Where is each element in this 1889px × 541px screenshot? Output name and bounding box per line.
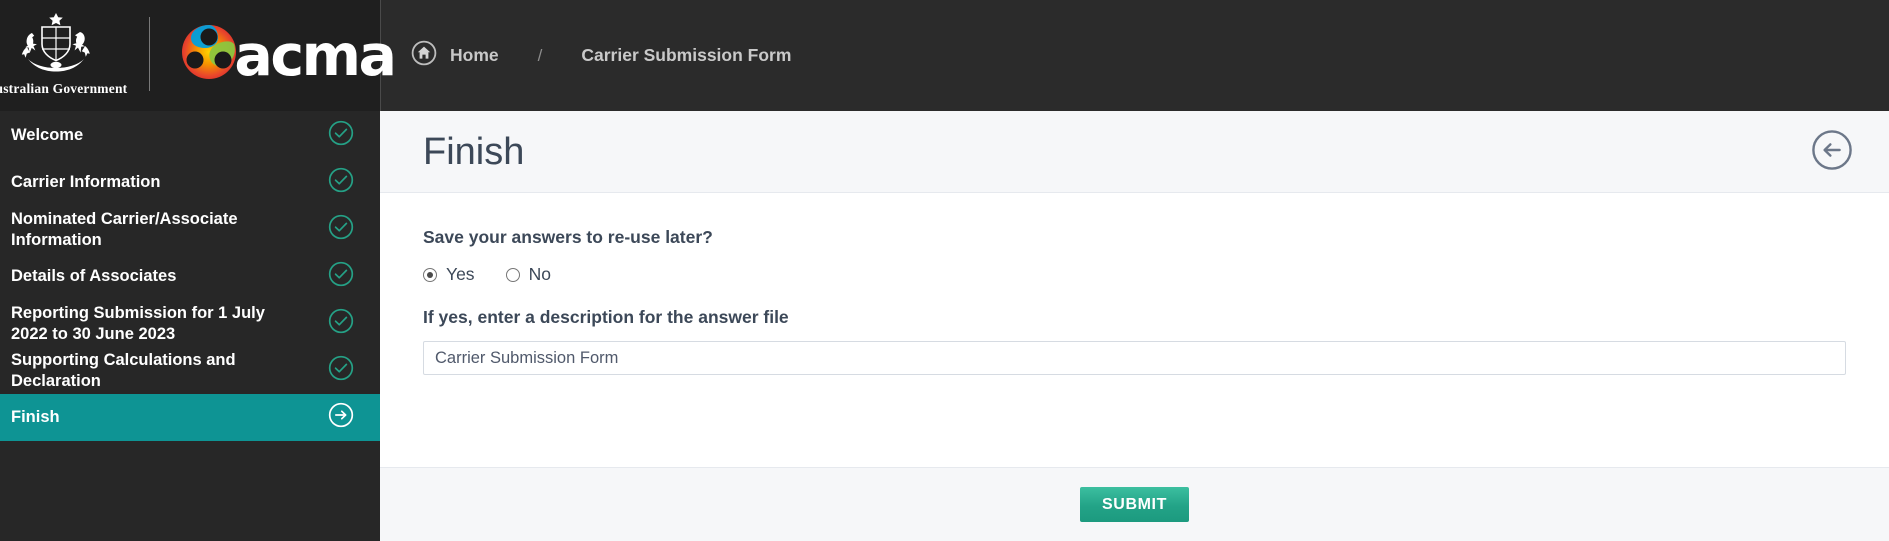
page-header: Finish — [380, 111, 1889, 193]
sidebar-item-label: Supporting Calculations and Declaration — [11, 351, 236, 390]
sidebar-item-welcome[interactable]: Welcome — [0, 112, 380, 159]
check-circle-icon — [328, 167, 354, 198]
breadcrumb-home-link[interactable]: Home — [450, 45, 499, 66]
answer-file-description-label: If yes, enter a description for the answ… — [423, 307, 789, 327]
check-circle-icon — [328, 261, 354, 292]
form-area: Save your answers to re-use later? Yes N… — [380, 193, 1889, 440]
form-footer: SUBMIT — [380, 467, 1889, 541]
back-button[interactable] — [1811, 129, 1853, 174]
radio-yes-indicator[interactable] — [423, 267, 437, 282]
arrow-right-circle-icon — [328, 402, 354, 433]
save-answers-radio-group: Yes No — [423, 264, 1846, 285]
radio-option-no[interactable]: No — [505, 264, 551, 285]
sidebar-item-reporting-submission[interactable]: Reporting Submission for 1 July 2022 to … — [0, 300, 380, 347]
save-answers-question-label: Save your answers to re-use later? — [423, 227, 713, 247]
page-root: Australian Government — [0, 0, 1889, 541]
sidebar-item-label: Carrier Information — [11, 173, 161, 192]
check-circle-icon — [328, 120, 354, 151]
radio-option-label: No — [528, 264, 551, 284]
sidebar-item-details-of-associates[interactable]: Details of Associates — [0, 253, 380, 300]
radio-no-indicator[interactable] — [505, 267, 520, 282]
answer-file-description-input[interactable] — [423, 341, 1846, 375]
coat-of-arms-icon — [8, 11, 104, 78]
sidebar-item-nominated-carrier-associate-information[interactable]: Nominated Carrier/Associate Information — [0, 206, 380, 253]
check-circle-icon — [328, 355, 354, 386]
check-circle-icon — [328, 214, 354, 245]
radio-option-label: Yes — [446, 264, 475, 284]
brand-block: Australian Government — [0, 0, 397, 111]
breadcrumb-separator: / — [537, 45, 543, 65]
check-circle-icon — [328, 308, 354, 339]
sidebar-item-label: Welcome — [11, 126, 84, 145]
sidebar-item-label: Details of Associates — [11, 267, 177, 286]
sidebar: Welcome Carrier Information Nominated Ca… — [0, 111, 380, 541]
home-icon[interactable] — [411, 40, 437, 71]
breadcrumb: Home / Carrier Submission Form — [380, 0, 1889, 111]
sidebar-item-supporting-calculations-and-declaration[interactable]: Supporting Calculations and Declaration — [0, 347, 380, 394]
sidebar-item-label: Nominated Carrier/Associate Information — [11, 210, 238, 249]
radio-option-yes[interactable]: Yes — [423, 264, 475, 285]
brand-divider — [149, 16, 151, 91]
body-row: Welcome Carrier Information Nominated Ca… — [0, 111, 1889, 541]
top-bar: Australian Government — [0, 0, 1889, 111]
acma-logo: acma — [150, 16, 397, 91]
australian-government-text: Australian Government — [0, 80, 128, 96]
sidebar-item-carrier-information[interactable]: Carrier Information — [0, 159, 380, 206]
sidebar-item-label: Reporting Submission for 1 July 2022 to … — [11, 304, 265, 343]
submit-button[interactable]: SUBMIT — [1080, 487, 1189, 522]
australian-government-crest: Australian Government — [0, 11, 149, 97]
arrow-left-circle-icon — [1811, 130, 1853, 174]
sidebar-item-label: Finish — [11, 408, 60, 427]
page-title: Finish — [423, 130, 525, 173]
sidebar-item-finish[interactable]: Finish — [0, 394, 380, 441]
breadcrumb-current: Carrier Submission Form — [581, 45, 792, 65]
main-content: Finish Save your answers to re-use later… — [380, 111, 1889, 541]
acma-wordmark: acma — [234, 23, 397, 89]
